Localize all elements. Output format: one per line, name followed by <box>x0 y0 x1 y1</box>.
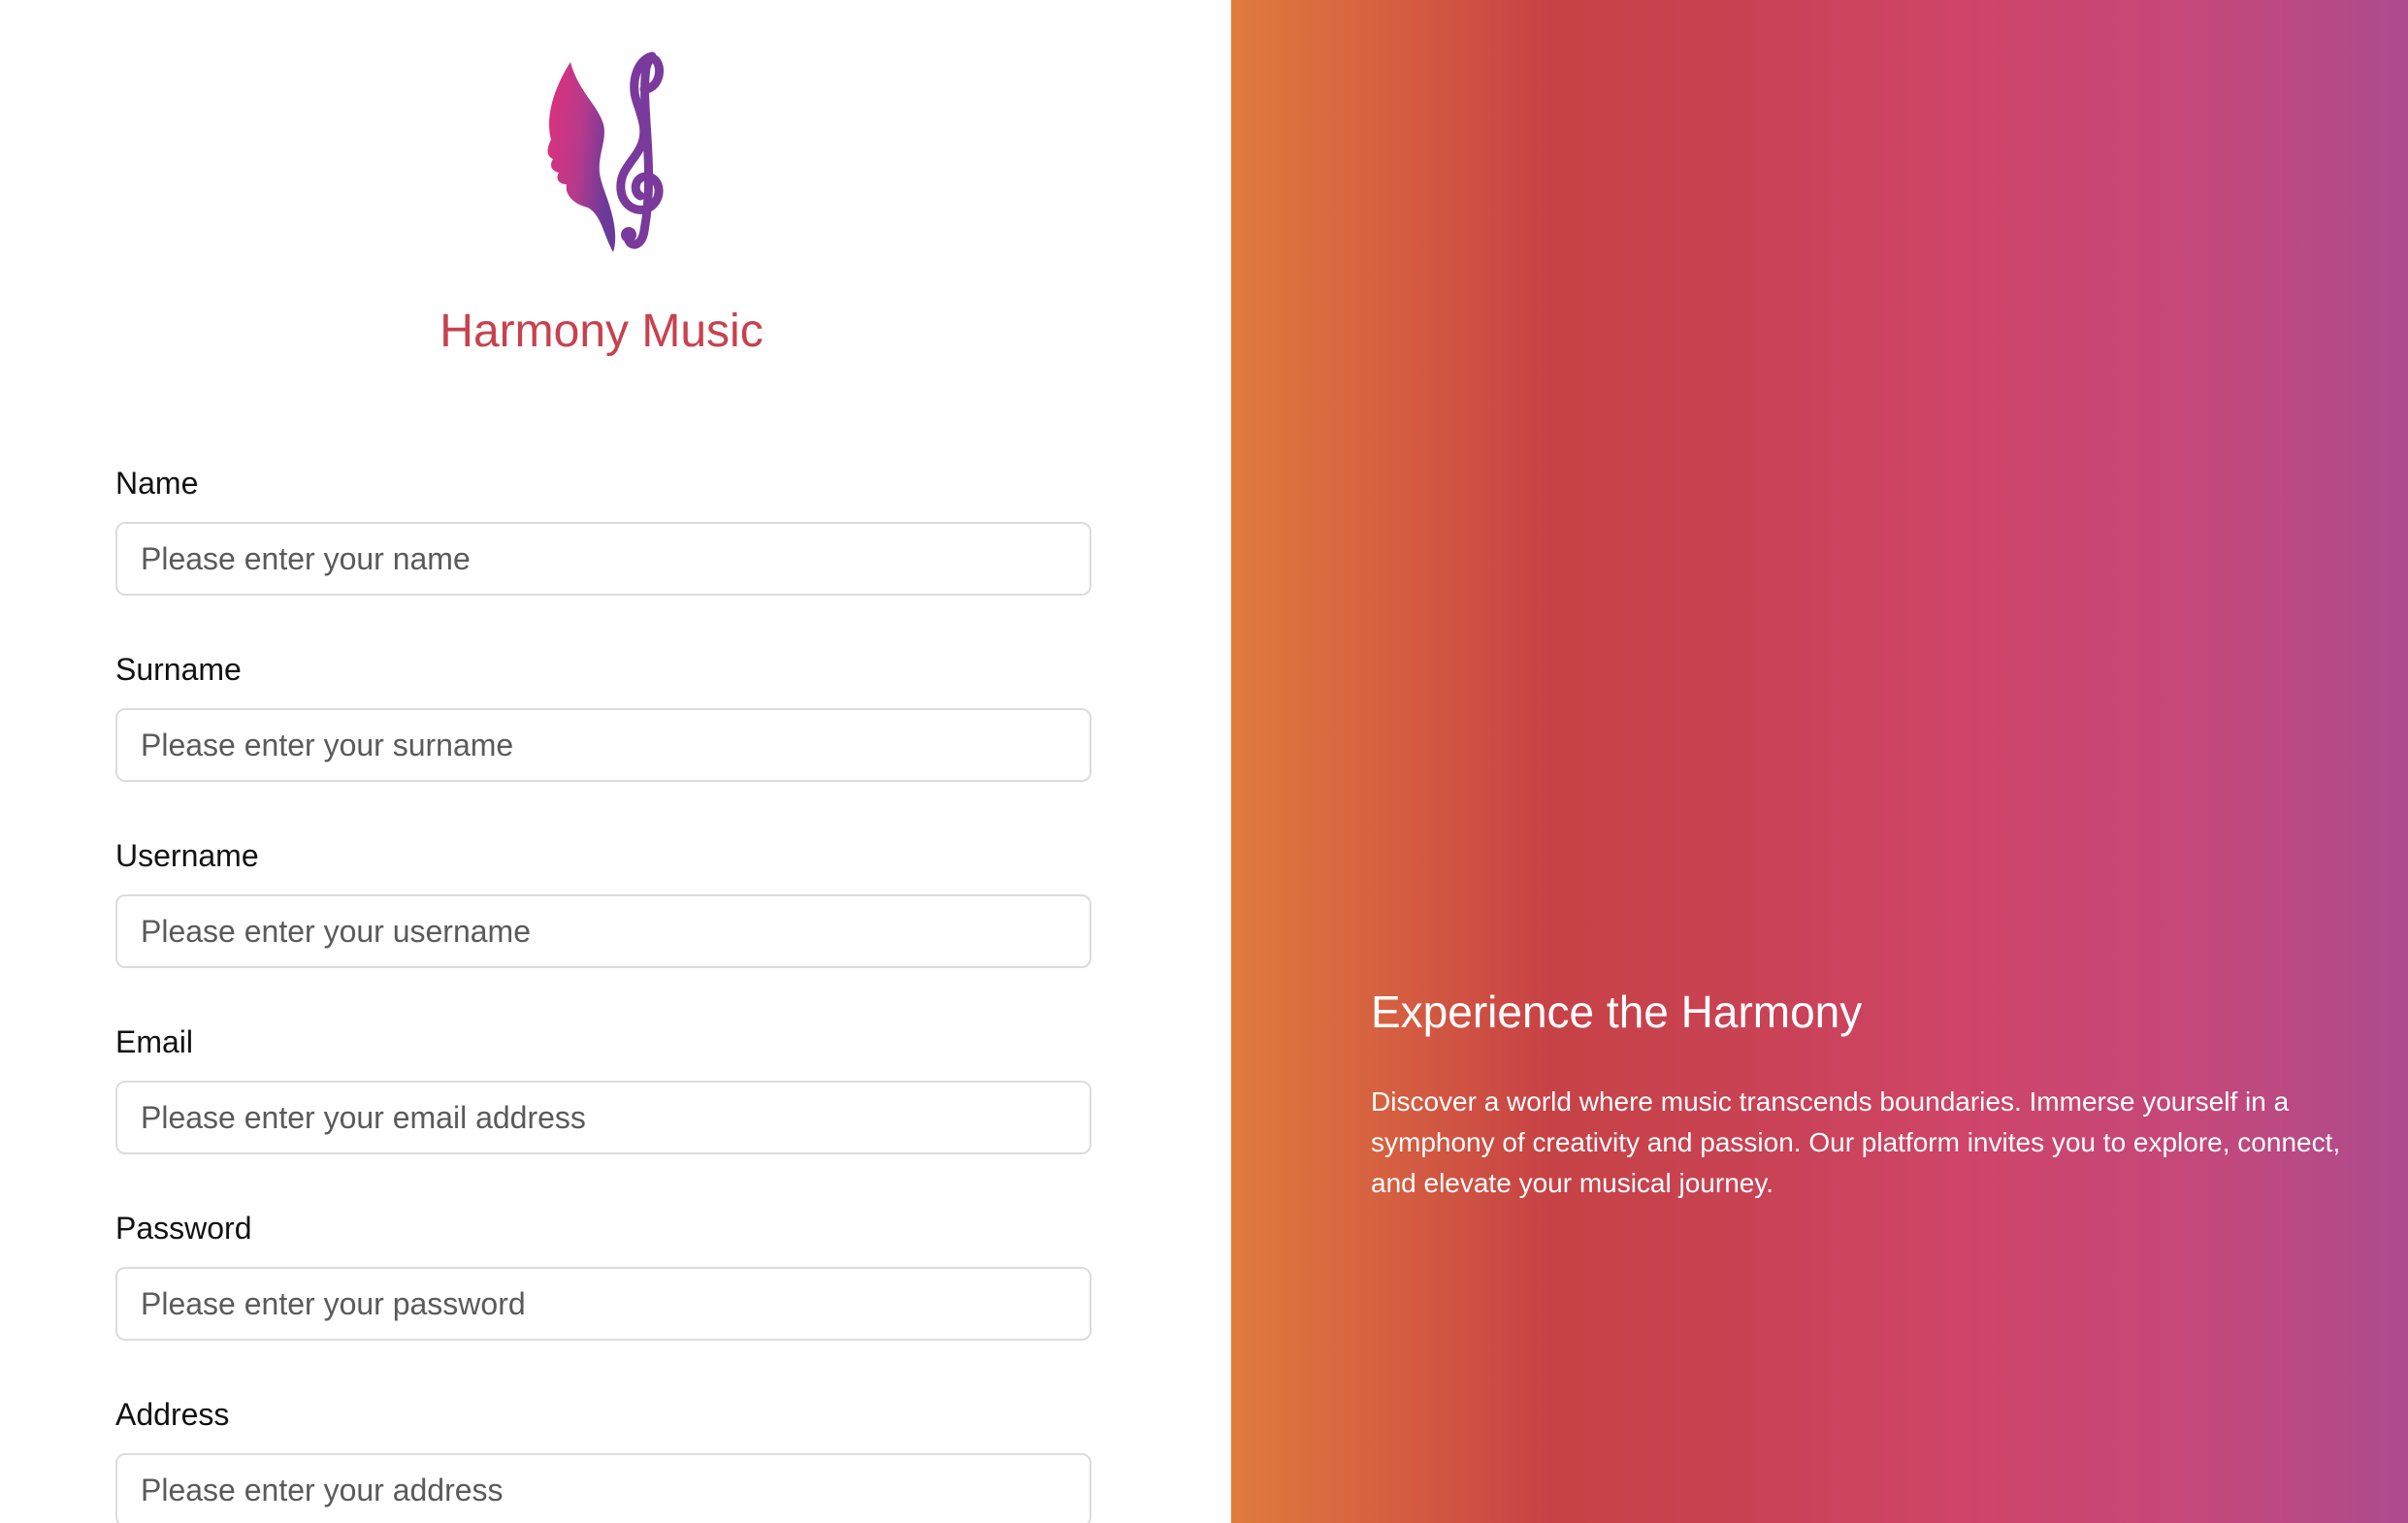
email-label: Email <box>115 1024 194 1059</box>
brand-title: Harmony Music <box>439 306 764 357</box>
signup-form-pane: Harmony Music Name Surname Username Emai… <box>0 0 1231 1523</box>
address-input[interactable] <box>115 1453 1091 1523</box>
username-label: Username <box>115 838 259 873</box>
signup-form: Name Surname Username Email Password Add… <box>115 458 1091 1523</box>
face-treble-clef-logo-icon <box>547 51 664 252</box>
email-input[interactable] <box>115 1081 1091 1154</box>
address-label: Address <box>115 1397 230 1432</box>
surname-label: Surname <box>115 652 242 687</box>
username-field-group: Username <box>115 830 1091 968</box>
address-field-group: Address <box>115 1389 1091 1523</box>
surname-field-group: Surname <box>115 644 1091 782</box>
password-label: Password <box>115 1211 252 1246</box>
name-input[interactable] <box>115 522 1091 596</box>
name-field-group: Name <box>115 458 1091 596</box>
name-label: Name <box>115 466 199 501</box>
hero-panel: Experience the Harmony Discover a world … <box>1231 0 2408 1523</box>
surname-input[interactable] <box>115 708 1091 782</box>
signup-page: Harmony Music Name Surname Username Emai… <box>0 0 2408 1523</box>
hero-title: Experience the Harmony <box>1371 987 1863 1037</box>
hero-description: Discover a world where music transcends … <box>1371 1086 2341 1198</box>
password-input[interactable] <box>115 1267 1091 1341</box>
username-input[interactable] <box>115 894 1091 968</box>
email-field-group: Email <box>115 1017 1091 1154</box>
password-field-group: Password <box>115 1203 1091 1341</box>
